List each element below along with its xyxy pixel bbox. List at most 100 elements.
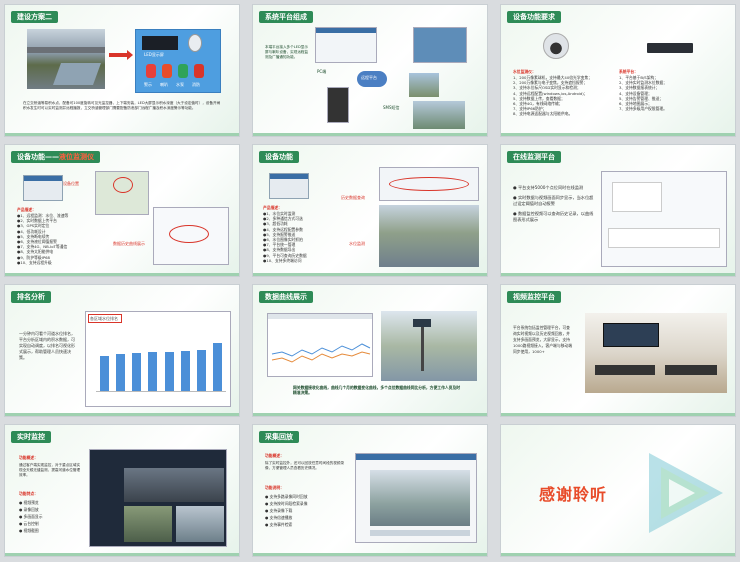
- feature-list: ● 支持多路录像同时回放 ● 支持按时间段检索录像 ● 支持录像下载 ● 支持倍…: [265, 493, 349, 528]
- slide-edge: [5, 413, 239, 416]
- slide-title: 视频监控平台: [507, 291, 561, 303]
- feature-item: ● 云台控制: [19, 521, 39, 526]
- slide-body: 在立交桥涵等易积水点，配备可100度旋转可见光监控器，上下端安装，LED大屏显示…: [23, 101, 221, 110]
- phone-screenshot: [327, 87, 349, 123]
- slide-body: 通过客户端实现监控，对于重点区域实现全天候无缝监测，提高河道水位管理效率。: [19, 463, 81, 477]
- feature-item: ● 支持事件检索: [265, 522, 293, 527]
- feature-item: ● 数据监控视频可以查询历史记录，以曲线图表形式展示: [513, 211, 594, 222]
- slide-title: 在线监测平台: [507, 151, 561, 163]
- feature-item: ● 支持倍速播放: [265, 515, 293, 520]
- slide-edge: [5, 553, 239, 556]
- slide-title: 系统平台组成: [259, 11, 313, 23]
- bridge-photo: [27, 29, 105, 89]
- sms-label: SMS短信: [383, 105, 400, 110]
- feature-list: ●1、水位实时监测 ●2、多种通信方式可选 ●3、超低功耗 ●4、支持远程配置参…: [263, 211, 345, 263]
- slide-title: 实时监控: [11, 431, 51, 443]
- slide-title: 设备功能——液位监测仪: [11, 151, 100, 163]
- icon-label-1: 警示: [144, 82, 152, 87]
- icon-label-4: 消防: [192, 82, 200, 87]
- feature-list: ● 平台支持5000个点位同时在线监测 ● 实时数据与视频画面同步显示，当水位超…: [513, 185, 595, 223]
- slide-edge: [501, 273, 735, 276]
- feature-item: ● 实时数据与视频画面同步显示，当水位超过设定阈值时自动报警: [513, 195, 594, 206]
- slide-9[interactable]: 视频监控平台 平台系统包括监控管理平台，可查询实时视频以及历史视频回放，并支持多…: [500, 284, 736, 417]
- slide-edge: [253, 133, 487, 136]
- feature-item: ● 多画面显示: [19, 514, 43, 519]
- feature-list: ●1、远程监测：水位、流速等 ●2、实时数据上传平台 ●3、GPS实时定位 ●4…: [17, 213, 103, 265]
- slide-12[interactable]: 感谢聆听: [500, 424, 736, 557]
- speaker-icon: [162, 64, 172, 78]
- annot-left: 水位监测: [349, 241, 365, 246]
- feature-item: ● 支持录像下载: [265, 508, 293, 513]
- section-heading: 产品描述：: [263, 205, 282, 210]
- feature-item: ● 平台支持5000个点位同时在线监测: [513, 185, 584, 190]
- slide-8[interactable]: 数据曲线展示 网关数据接收化曲线，曲线几个月的数据变化曲线，多个点位数据曲线同比…: [252, 284, 488, 417]
- slide-1[interactable]: 建设方案二 LED显示屏 警示 喇叭 水泵 消防 在立交桥涵等易积水点，配备可1…: [4, 4, 240, 137]
- slide-edge: [253, 553, 487, 556]
- slide-edge: [253, 273, 487, 276]
- left-title: 水位监测仪：: [513, 69, 536, 74]
- slide-5[interactable]: 设备功能 历史数据查询 水位监测 产品描述： ●1、水位实时监测 ●2、多种通信…: [252, 144, 488, 277]
- feature-item: ●10、支持多终端访问: [263, 257, 302, 263]
- equipment-panel: LED显示屏 警示 喇叭 水泵 消防: [135, 29, 221, 93]
- slide-title: 排名分析: [11, 291, 51, 303]
- section-heading: 功能概述：: [19, 455, 38, 460]
- ranking-bar: [213, 343, 223, 391]
- icon-label-3: 水泵: [176, 82, 184, 87]
- play-triangle-icon: [649, 453, 723, 533]
- ranking-bar: [180, 350, 190, 391]
- device-icon: [269, 173, 309, 199]
- right-item: 7、支持多级用户权限管理。: [619, 106, 667, 112]
- feature-heading: 功能特点：: [19, 491, 38, 496]
- feature-item: ● 视频预览: [19, 500, 39, 505]
- slide-7[interactable]: 排名分析 一分钟内可看个河道水位排名，平台分析区域内的积水数据，可实现自动调度，…: [4, 284, 240, 417]
- led-screen-icon: [142, 36, 178, 50]
- platform-screenshot: [315, 27, 377, 63]
- slide-10[interactable]: 实时监控 功能概述： 通过客户端实现监控，对于重点区域实现全天候无缝监测，提高河…: [4, 424, 240, 557]
- slide-11[interactable]: 采集回放 功能概述： 除了实时监控外，还可以回放任意时间段的视频录像，方便管理人…: [252, 424, 488, 557]
- monitoring-client-screenshot: [89, 449, 227, 547]
- annot-bottom: 数据历史曲线展示: [113, 241, 145, 246]
- extinguisher-icon: [194, 64, 204, 78]
- title-main: 设备功能——: [17, 153, 59, 161]
- curve-callout: [169, 225, 209, 243]
- slide-title: 数据曲线展示: [259, 291, 313, 303]
- server-box-icon: [647, 43, 693, 53]
- sensor-photo: [381, 311, 477, 381]
- left-item: 8、支持电源适配器与太阳能供电。: [513, 111, 573, 117]
- pc-label: PC端: [317, 69, 327, 74]
- slide-title: 设备功能要求: [507, 11, 561, 23]
- ranking-bar: [197, 349, 207, 391]
- ranking-bar: [115, 353, 125, 391]
- data-callout: [389, 177, 469, 191]
- feature-list: ● 视频预览 ● 录像回放 ● 多画面显示 ● 云台控制 ● 视频截图: [19, 499, 83, 534]
- annot-top: 设备位置: [63, 181, 79, 186]
- feature-item: ● 支持按时间段检索录像: [265, 501, 308, 506]
- slide-6[interactable]: 在线监测平台 ● 平台支持5000个点位同时在线监测 ● 实时数据与视频画面同步…: [500, 144, 736, 277]
- ranking-bar: [132, 352, 142, 391]
- camera-icon: [543, 33, 569, 59]
- annot-top: 历史数据查询: [341, 195, 365, 200]
- control-room-photo: [585, 313, 727, 393]
- slide-edge: [253, 413, 487, 416]
- section-heading: 功能概述：: [265, 453, 284, 458]
- slide-3[interactable]: 设备功能要求 水位监测仪： 1、200万像素球机，支持最大40倍光学变焦； 2、…: [500, 4, 736, 137]
- left-list: 1、200万像素球机，支持最大40倍光学变焦； 2、200万像素与电子变焦，支持…: [513, 75, 609, 117]
- ranking-chart: 各区域水位排名: [85, 311, 231, 407]
- slide-title: 采集回放: [259, 431, 299, 443]
- slide-2[interactable]: 系统平台组成 本端平台接入多个LED显示屏与喇叭设备，实现远程监测及广播通知功能…: [252, 4, 488, 137]
- arrow-head-icon: [127, 50, 133, 60]
- ranking-bar: [148, 351, 158, 391]
- device-icon: [23, 175, 63, 201]
- feature-item: ● 支持多路录像同时回放: [265, 494, 308, 499]
- title-accent: 液位监测仪: [59, 153, 94, 161]
- slide-edge: [5, 273, 239, 276]
- ranking-bar: [164, 351, 174, 391]
- feature-item: ● 录像回放: [19, 507, 39, 512]
- icon-label-2: 喇叭: [160, 82, 168, 87]
- right-title: 系统平台：: [619, 69, 638, 74]
- chart-plot-area: [96, 330, 226, 392]
- river-photo-a: [409, 73, 439, 97]
- slide-title: 建设方案二: [11, 11, 58, 23]
- river-photo-b: [413, 101, 465, 129]
- slide-4[interactable]: 设备功能——液位监测仪 设备位置 数据历史曲线展示 产品描述： ●1、远程监测：…: [4, 144, 240, 277]
